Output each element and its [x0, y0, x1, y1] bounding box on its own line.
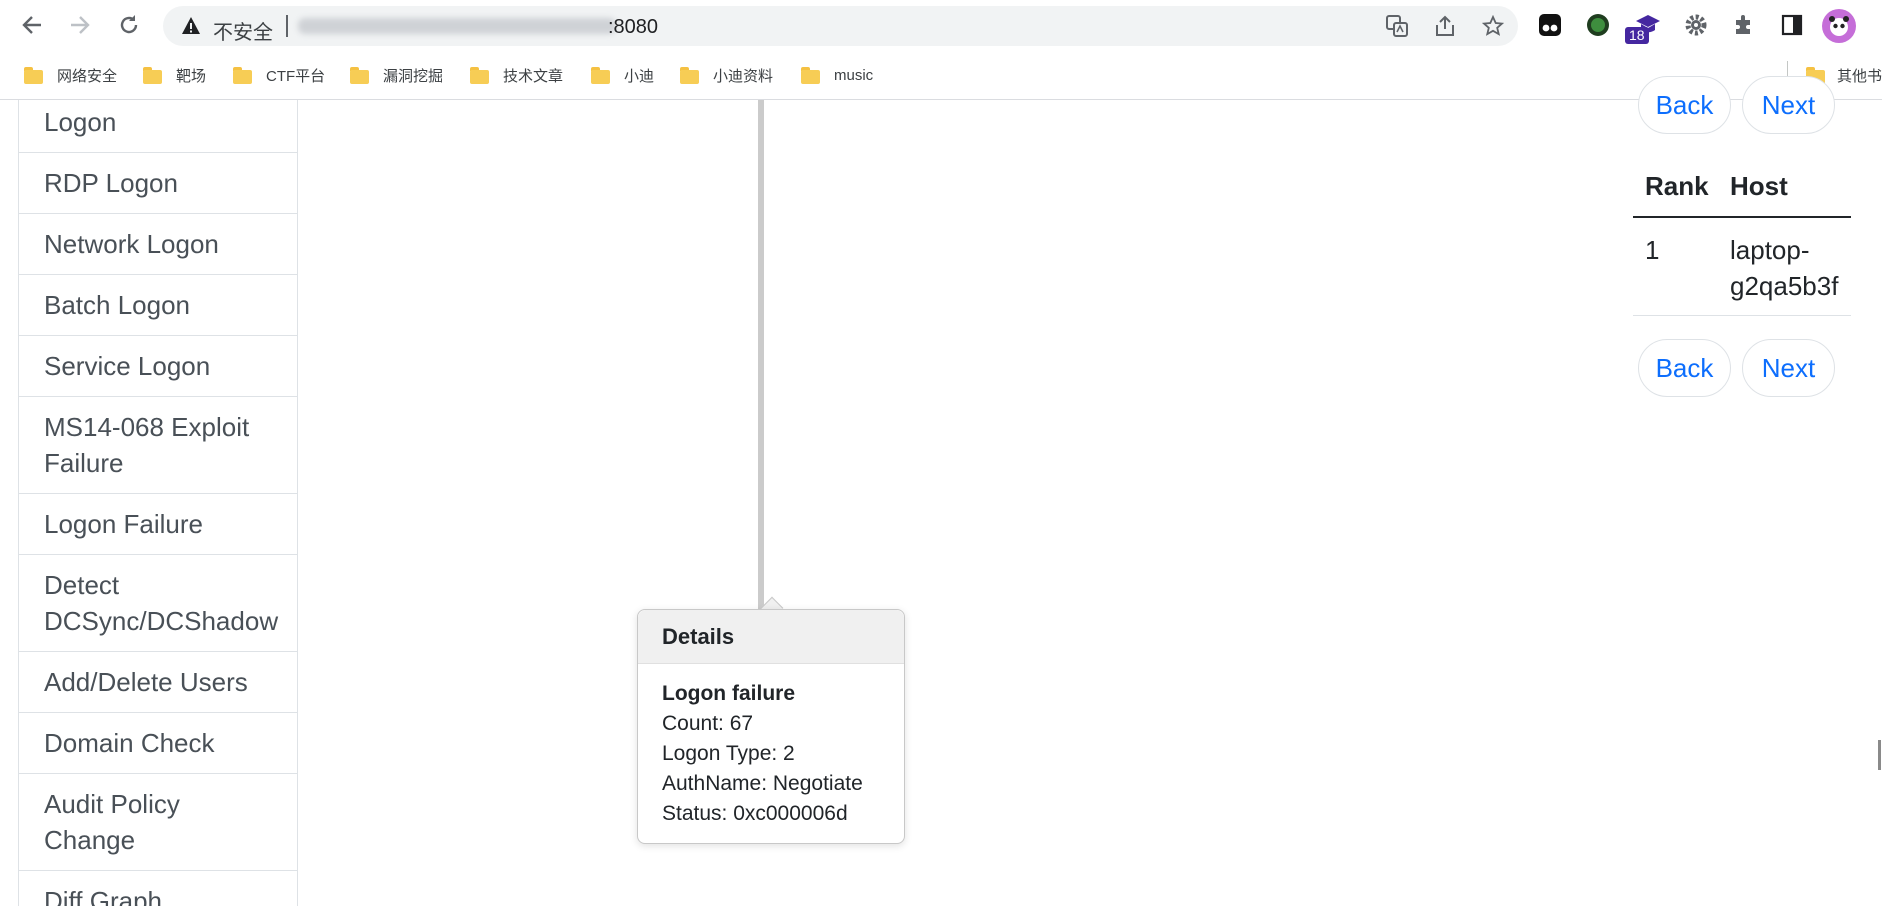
detail-logon-type: Logon Type: 2 — [662, 742, 795, 765]
sidebar-item-diff-graph[interactable]: Diff Graph — [19, 871, 297, 906]
bookmark-folder[interactable]: 漏洞挖掘 — [350, 62, 443, 88]
bookmark-folder[interactable]: 靶场 — [143, 62, 206, 88]
back-arrow-icon[interactable] — [16, 9, 48, 41]
event-name: Logon failure — [662, 682, 795, 705]
bookmark-folder[interactable]: 小迪 — [591, 62, 654, 88]
bookmark-label: 靶场 — [176, 67, 207, 85]
warning-icon — [181, 16, 201, 41]
bookmark-label: 其他书 — [1836, 67, 1882, 85]
bookmark-label: 网络安全 — [57, 67, 118, 85]
folder-icon — [470, 66, 489, 84]
ranking-table: Rank Host 1 laptop-g2qa5b3f — [1633, 156, 1851, 316]
bookmark-label: 小迪 — [624, 67, 655, 85]
back-button[interactable]: Back — [1638, 76, 1731, 134]
sidebar-item-audit-policy[interactable]: Audit Policy Change — [19, 774, 297, 871]
detail-count: Count: 67 — [662, 712, 754, 735]
sidebar-item-logon-failure[interactable]: Logon Failure — [19, 494, 297, 555]
next-button[interactable]: Next — [1742, 339, 1835, 397]
url-text[interactable]: :8080 — [608, 16, 658, 39]
table-row: 1 laptop-g2qa5b3f — [1633, 218, 1851, 316]
popover-title: Details — [638, 610, 904, 664]
browser-toolbar: 不安全 :8080 18 — [0, 0, 1882, 50]
blurred-host — [298, 18, 616, 34]
folder-icon — [24, 66, 43, 84]
side-panel-icon[interactable] — [1778, 11, 1806, 39]
sidebar-item-service-logon[interactable]: Service Logon — [19, 336, 297, 397]
reload-icon[interactable] — [113, 9, 145, 41]
star-bookmark-icon[interactable] — [1481, 14, 1505, 38]
table-header: Rank Host — [1633, 156, 1851, 218]
sidebar-item-batch-logon[interactable]: Batch Logon — [19, 275, 297, 336]
bookmarks-bar: 网络安全 靶场 CTF平台 漏洞挖掘 技术文章 小迪 小迪资料 music — [0, 50, 1882, 100]
bookmark-folder[interactable]: 网络安全 — [24, 62, 117, 88]
scroll-edge — [1878, 740, 1881, 770]
details-popover: Details Logon failure Count: 67 Logon Ty… — [637, 609, 905, 844]
folder-icon — [591, 66, 610, 84]
bookmark-label: 漏洞挖掘 — [383, 67, 444, 85]
profile-avatar[interactable] — [1822, 9, 1856, 43]
bookmark-folder[interactable]: 小迪资料 — [680, 62, 773, 88]
sidebar-item-network-logon[interactable]: Network Logon — [19, 214, 297, 275]
col-rank: Rank — [1645, 171, 1709, 201]
detail-status: Status: 0xc000006d — [662, 802, 848, 825]
tampermonkey-icon[interactable] — [1536, 11, 1564, 39]
folder-icon — [801, 66, 820, 84]
gear-ext-icon[interactable] — [1682, 11, 1710, 39]
extension-badge: 18 — [1625, 27, 1649, 44]
share-icon[interactable] — [1433, 14, 1457, 38]
sidebar-item-ms14-068[interactable]: MS14-068 Exploit Failure — [19, 397, 297, 494]
host-cell[interactable]: laptop-g2qa5b3f — [1730, 232, 1850, 304]
bookmark-label: 技术文章 — [503, 67, 564, 85]
sidebar-item-add-delete-users[interactable]: Add/Delete Users — [19, 652, 297, 713]
popover-body: Logon failure Count: 67 Logon Type: 2 Au… — [638, 664, 904, 829]
bookmark-folder[interactable]: music — [801, 62, 873, 88]
bookmark-folder[interactable]: CTF平台 — [233, 62, 325, 88]
sidebar-item-logon[interactable]: Logon — [19, 100, 297, 153]
sidebar-item-domain-check[interactable]: Domain Check — [19, 713, 297, 774]
puzzle-icon[interactable] — [1730, 11, 1758, 39]
rank-cell: 1 — [1645, 235, 1660, 265]
green-ext-icon[interactable] — [1584, 11, 1612, 39]
folder-icon — [233, 66, 252, 84]
folder-icon — [350, 66, 369, 84]
detail-authname: AuthName: Negotiate — [662, 772, 863, 795]
bookmark-label: music — [834, 66, 874, 84]
folder-icon — [143, 66, 162, 84]
next-button[interactable]: Next — [1742, 76, 1835, 134]
bookmark-label: CTF平台 — [266, 67, 326, 85]
bookmark-label: 小迪资料 — [713, 67, 774, 85]
omnibox-separator — [286, 15, 288, 37]
sidebar-item-dcsync[interactable]: Detect DCSync/DCShadow — [19, 555, 297, 652]
graph-edge[interactable] — [758, 100, 764, 610]
sidebar-nav: Logon RDP Logon Network Logon Batch Logo… — [18, 100, 298, 906]
address-bar[interactable]: 不安全 :8080 — [163, 6, 1518, 46]
folder-icon — [680, 66, 699, 84]
sidebar-item-rdp-logon[interactable]: RDP Logon — [19, 153, 297, 214]
translate-icon[interactable] — [1385, 14, 1409, 38]
back-button[interactable]: Back — [1638, 339, 1731, 397]
bookmark-folder[interactable]: 技术文章 — [470, 62, 563, 88]
security-label[interactable]: 不安全 — [213, 16, 273, 45]
col-host: Host — [1730, 171, 1788, 201]
forward-arrow-icon[interactable] — [64, 9, 96, 41]
